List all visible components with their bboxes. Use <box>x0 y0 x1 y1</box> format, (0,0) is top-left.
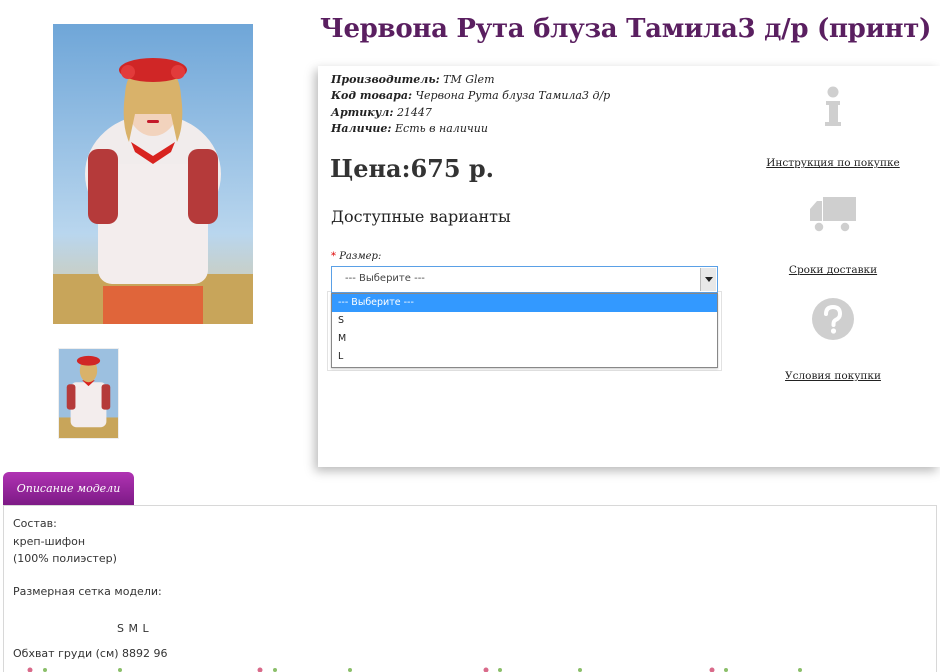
size-label: * Размер: <box>331 251 381 262</box>
chest-measurement-row: Обхват груди (см) 8892 96 <box>13 647 168 660</box>
meta-value: 21447 <box>396 105 432 119</box>
size-option-l[interactable]: L <box>332 348 717 366</box>
meta-product-code: Код товара: Червона Рута блуза Тамила3 д… <box>331 88 610 104</box>
terms-link[interactable]: Условия покупки <box>763 370 903 382</box>
truck-icon <box>810 197 856 233</box>
meta-key: Наличие: <box>331 121 392 135</box>
size-option-m[interactable]: M <box>332 330 717 348</box>
meta-article: Артикул: 21447 <box>331 105 610 121</box>
instructions-link[interactable]: Инструкция по покупке <box>763 157 903 169</box>
size-option-s[interactable]: S <box>332 312 717 330</box>
delivery-link[interactable]: Сроки доставки <box>763 264 903 276</box>
size-chart-header: S M L <box>117 622 149 635</box>
meta-availability: Наличие: Есть в наличии <box>331 121 610 137</box>
size-select-value: --- Выберите --- <box>345 273 425 284</box>
meta-manufacturer: Производитель: TM Glem <box>331 72 610 88</box>
product-meta: Производитель: TM Glem Код товара: Черво… <box>331 72 610 137</box>
meta-value[interactable]: TM Glem <box>443 73 494 86</box>
chevron-down-icon[interactable] <box>700 268 716 291</box>
size-option-placeholder[interactable]: --- Выберите --- <box>332 294 717 312</box>
meta-value: Червона Рута блуза Тамила3 д/р <box>415 89 611 103</box>
info-icon <box>825 86 841 126</box>
meta-value: Есть в наличии <box>395 121 488 135</box>
product-thumbnail[interactable] <box>58 348 119 439</box>
size-chart-label: Размерная сетка модели: <box>13 585 162 598</box>
fabric-detail-text: (100% полиэстер) <box>13 552 117 565</box>
size-label-text: Размер: <box>339 251 382 262</box>
delivery-block: Сроки доставки <box>763 196 903 276</box>
terms-block: Условия покупки <box>763 297 903 382</box>
meta-key: Производитель: <box>331 73 440 86</box>
tab-description[interactable]: Описание модели <box>3 472 134 505</box>
variants-heading: Доступные варианты <box>331 207 511 226</box>
size-select[interactable]: --- Выберите --- <box>331 266 718 293</box>
size-dropdown-list: --- Выберите --- S M L <box>331 293 718 368</box>
product-title: Червона Рута блуза Тамила3 д/р (принт) <box>320 14 932 44</box>
product-main-image[interactable] <box>53 24 253 324</box>
product-price: Цена:675 р. <box>330 154 495 183</box>
required-mark: * <box>331 251 336 262</box>
description-panel: Состав: креп-шифон (100% полиэстер) Разм… <box>3 505 937 672</box>
question-icon <box>812 298 854 340</box>
fabric-text: креп-шифон <box>13 535 86 548</box>
meta-key: Артикул: <box>331 105 394 119</box>
meta-key: Код товара: <box>331 89 413 103</box>
product-info-panel: Производитель: TM Glem Код товара: Черво… <box>318 66 940 467</box>
composition-label: Состав: <box>13 517 57 530</box>
floral-border-decoration <box>27 667 802 672</box>
instructions-block: Инструкция по покупке <box>763 86 903 169</box>
